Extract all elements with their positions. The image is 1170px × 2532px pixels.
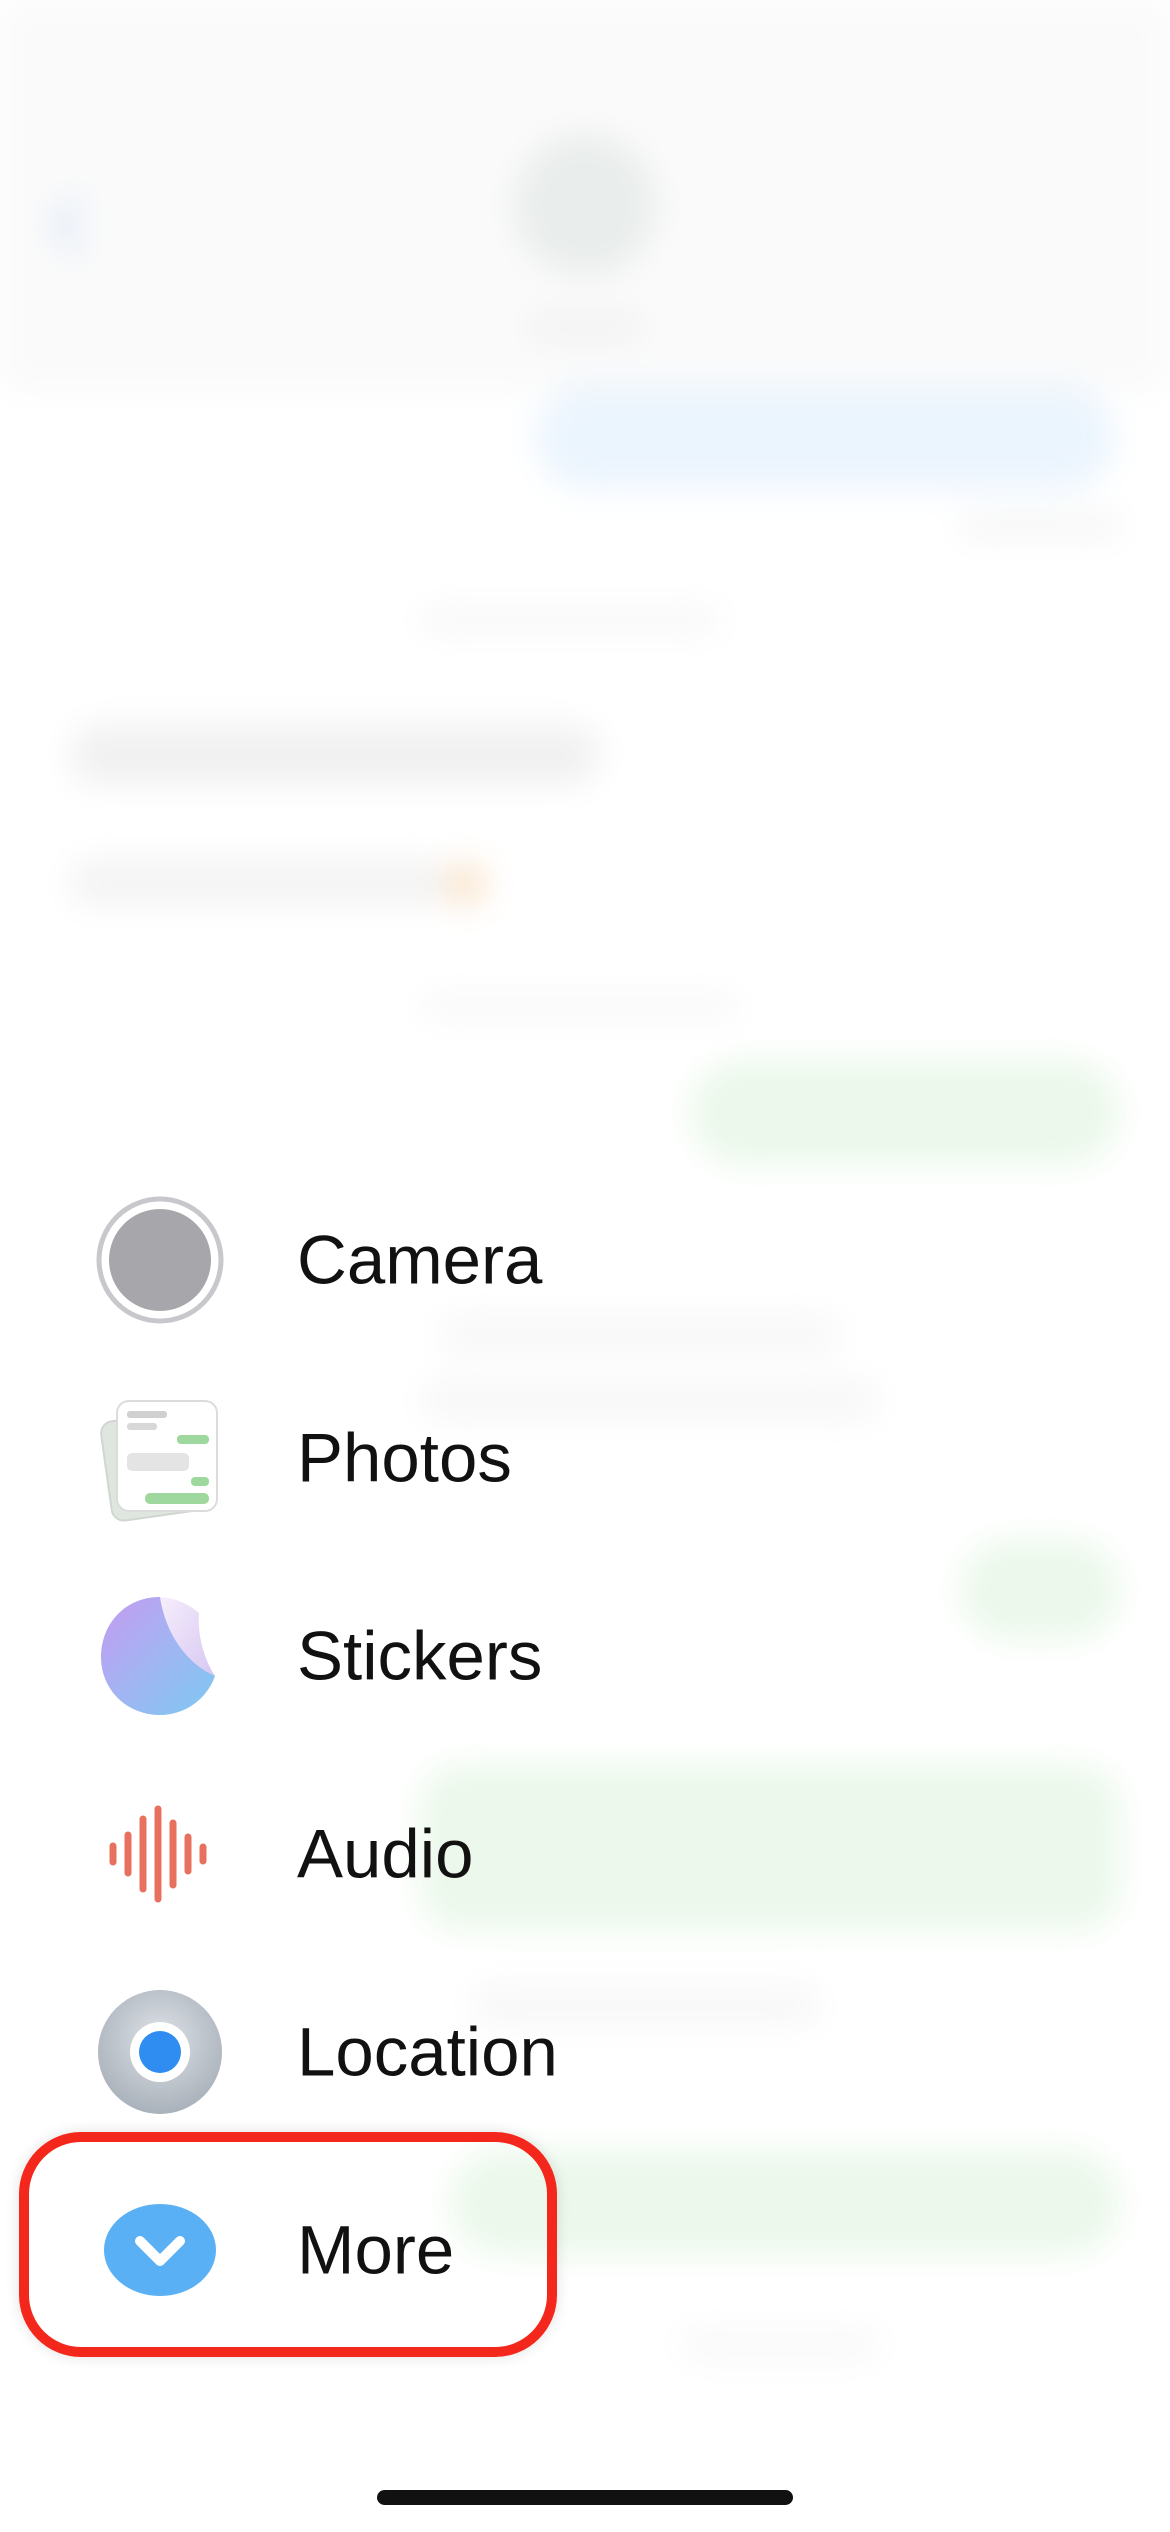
menu-item-camera[interactable]: Camera — [0, 1175, 700, 1345]
stickers-icon — [101, 1597, 215, 1715]
highlight-outline — [19, 2132, 557, 2357]
menu-item-label: Audio — [297, 1815, 474, 1893]
menu-item-label: Stickers — [297, 1617, 543, 1695]
menu-item-location[interactable]: Location — [0, 1967, 700, 2137]
menu-item-stickers[interactable]: Stickers — [0, 1571, 700, 1741]
menu-item-label: Location — [297, 2013, 558, 2091]
camera-icon — [96, 1196, 224, 1324]
menu-item-label: Photos — [297, 1419, 512, 1497]
menu-item-photos[interactable]: Photos — [0, 1373, 700, 1543]
audio-waveform-icon — [109, 1805, 207, 1903]
menu-item-audio[interactable]: Audio — [0, 1769, 700, 1939]
photos-icon — [100, 1400, 218, 1522]
menu-item-label: Camera — [297, 1221, 543, 1299]
location-icon — [98, 1990, 222, 2114]
home-indicator[interactable] — [377, 2490, 793, 2505]
